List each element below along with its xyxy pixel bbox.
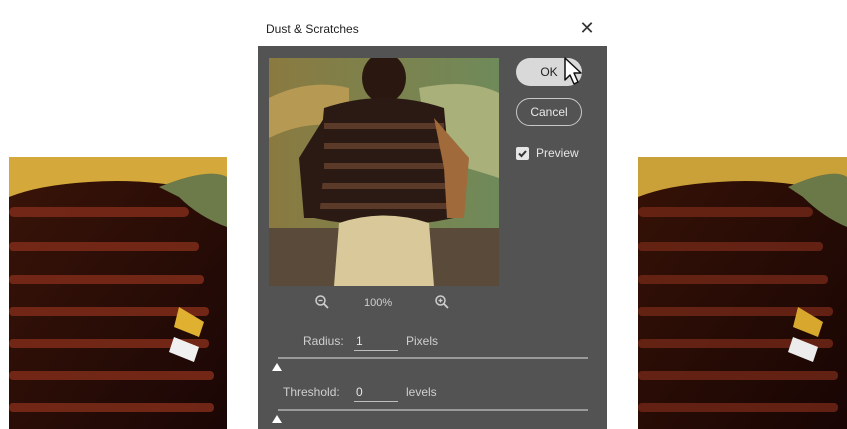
radius-slider-track[interactable] [278, 357, 588, 359]
radius-label: Radius: [303, 334, 344, 348]
dust-scratches-dialog: Dust & Scratches ✕ OK Cancel Preview 100… [258, 12, 607, 429]
threshold-label: Threshold: [283, 385, 340, 399]
threshold-slider-track[interactable] [278, 409, 588, 411]
dialog-title: Dust & Scratches [266, 22, 359, 36]
preview-checkbox-row[interactable]: Preview [516, 146, 579, 160]
radius-unit: Pixels [406, 334, 439, 348]
threshold-input[interactable]: 0 [354, 385, 398, 402]
radius-slider-thumb[interactable] [272, 363, 282, 371]
zoom-controls: 100% [314, 294, 464, 314]
checkmark-icon [518, 149, 527, 157]
before-image-crop [9, 157, 227, 429]
preview-checkbox[interactable] [516, 146, 529, 160]
zoom-out-icon[interactable] [314, 294, 330, 313]
zoom-in-icon[interactable] [434, 294, 450, 313]
close-icon[interactable]: ✕ [577, 18, 597, 38]
threshold-unit: levels [406, 385, 437, 399]
preview-label: Preview [536, 146, 579, 160]
title-bar: Dust & Scratches ✕ [258, 12, 607, 46]
filter-preview-image[interactable] [269, 58, 499, 286]
cancel-button[interactable]: Cancel [516, 98, 582, 126]
pointer-cursor-icon [563, 56, 585, 91]
after-image-crop [638, 157, 847, 429]
threshold-slider-thumb[interactable] [272, 415, 282, 423]
zoom-level: 100% [364, 297, 393, 309]
radius-input[interactable]: 1 [354, 334, 398, 351]
